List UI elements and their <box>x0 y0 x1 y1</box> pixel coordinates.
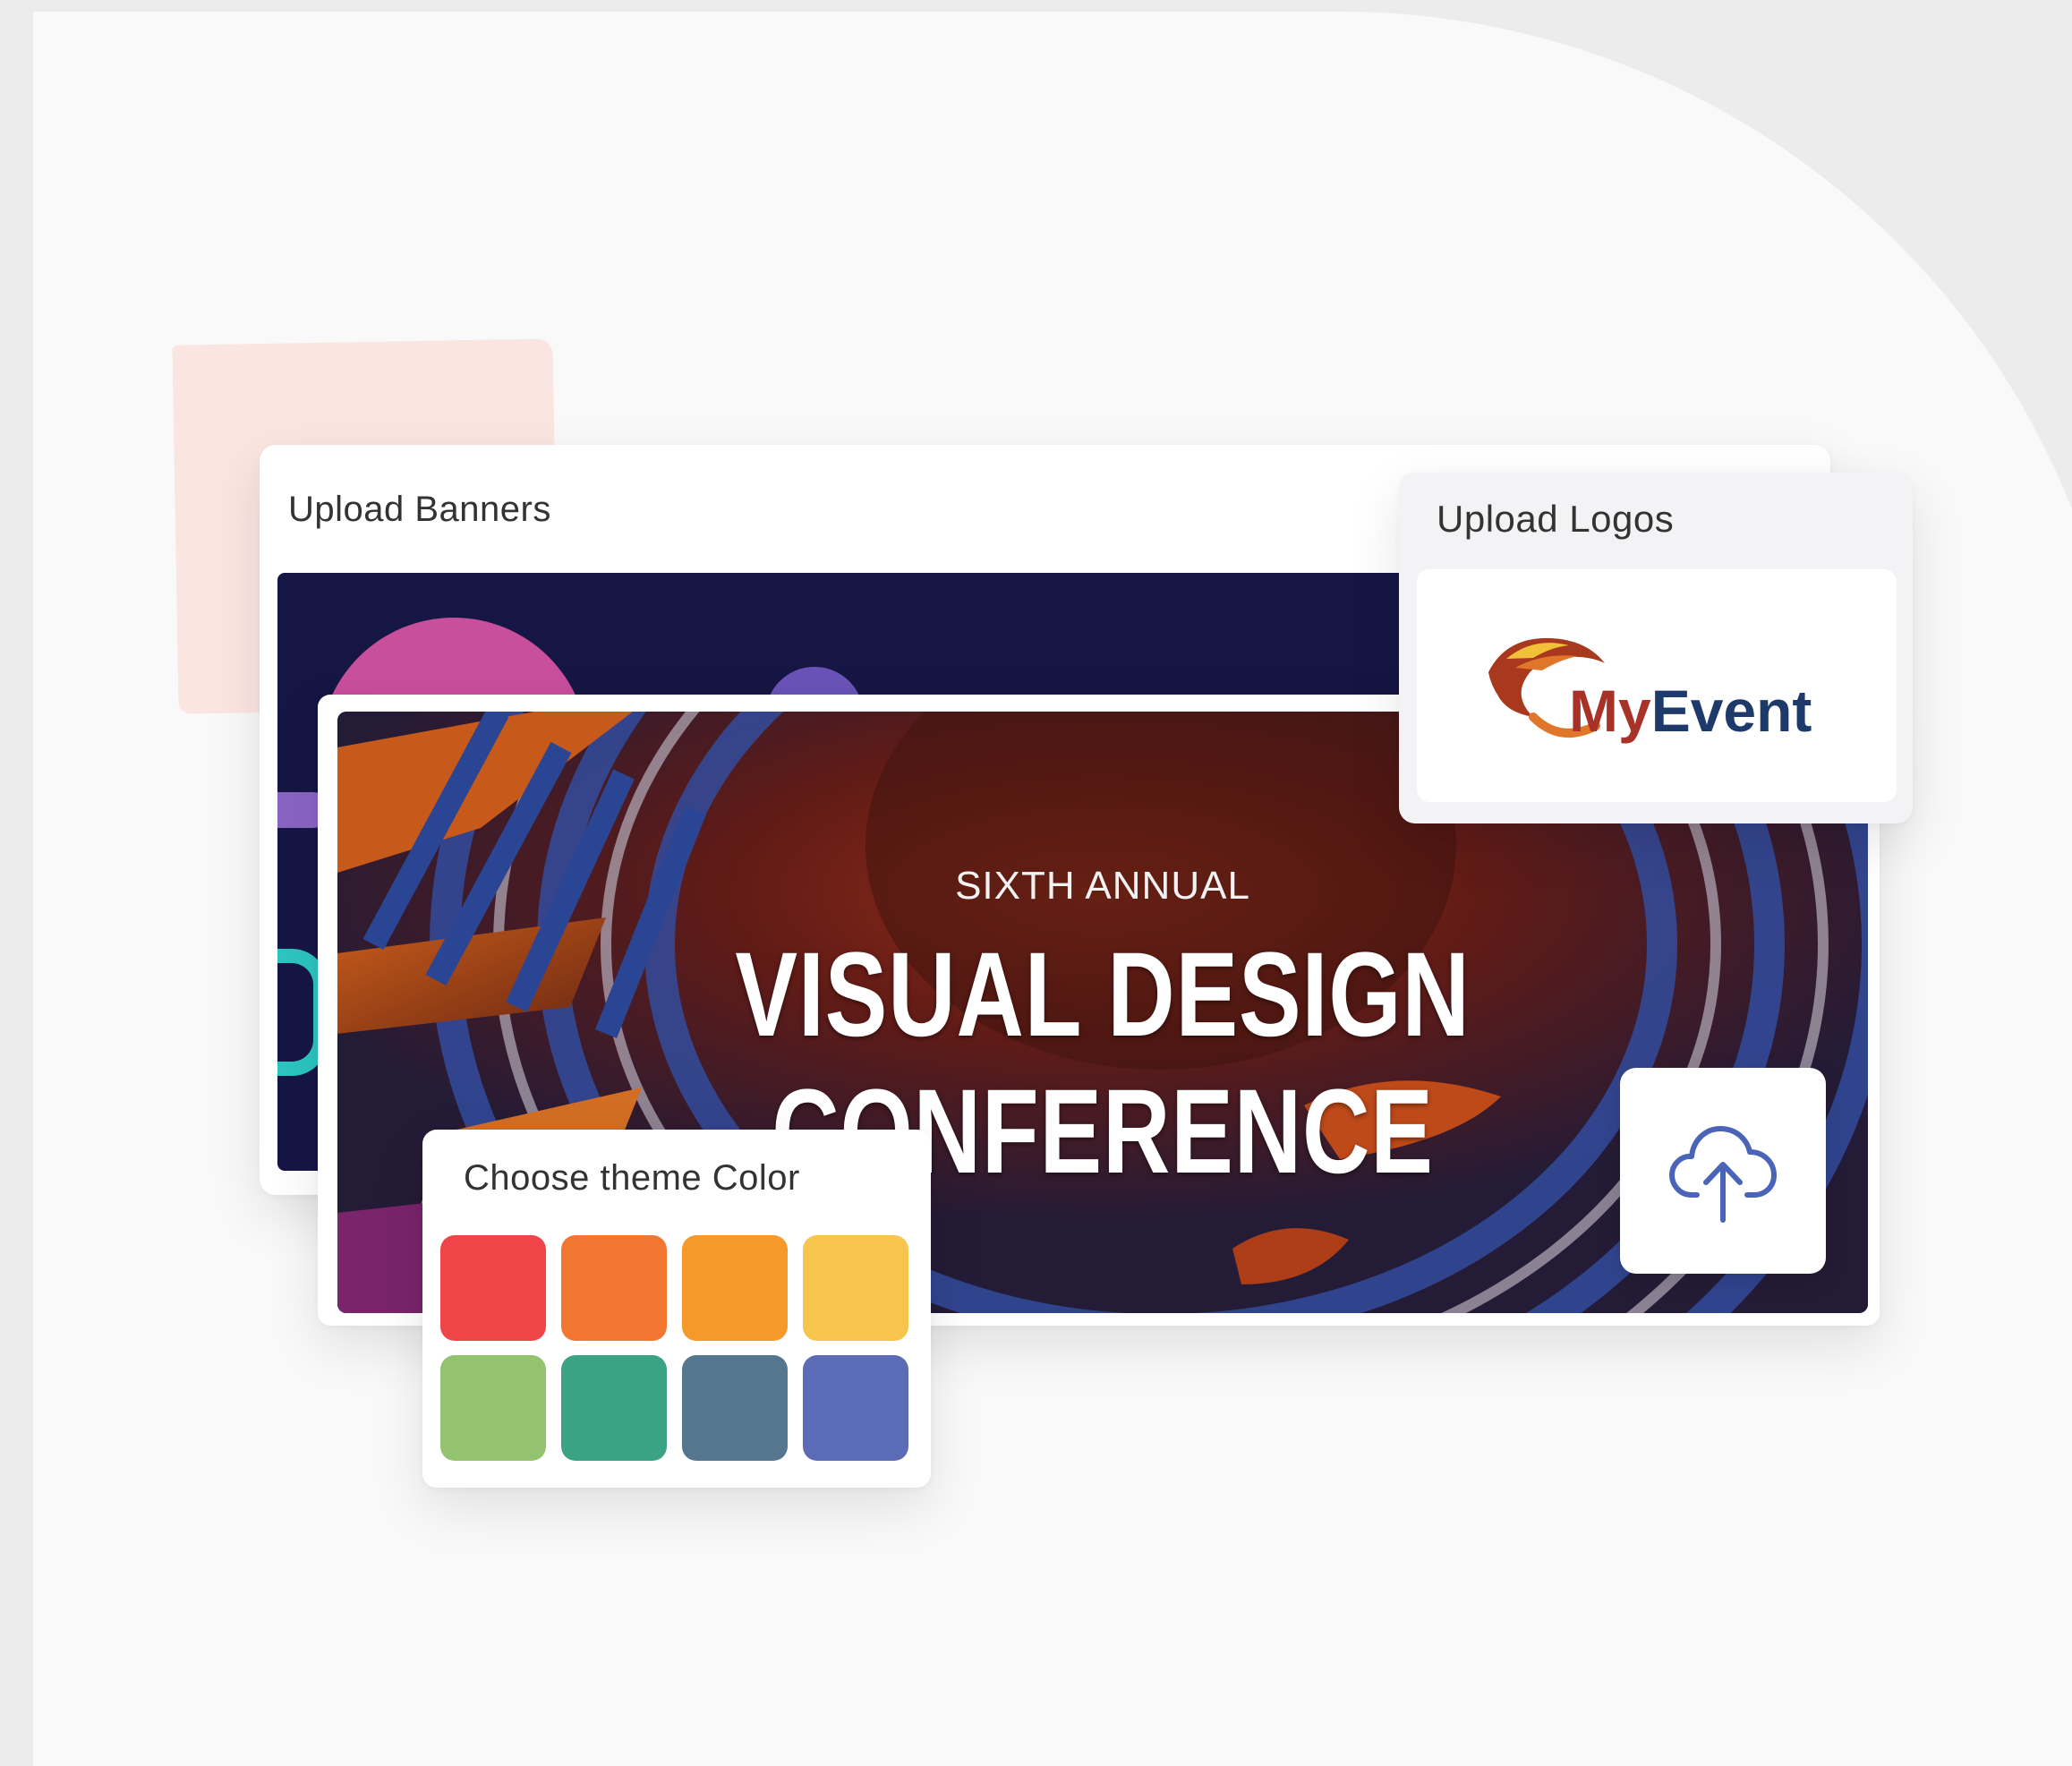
color-swatch[interactable] <box>803 1235 908 1341</box>
color-swatch[interactable] <box>682 1355 788 1461</box>
logo-wordmark: MyEvent <box>1569 677 1812 745</box>
upload-button[interactable] <box>1620 1068 1826 1274</box>
logo-text-my: My <box>1569 678 1651 744</box>
cloud-upload-icon <box>1669 1126 1777 1223</box>
logo-preview[interactable]: MyEvent <box>1417 569 1897 802</box>
color-swatch[interactable] <box>440 1355 546 1461</box>
upload-logos-title: Upload Logos <box>1437 498 1675 540</box>
banner-subtitle: SIXTH ANNUAL <box>955 864 1250 908</box>
color-swatch[interactable] <box>803 1355 908 1461</box>
color-swatch[interactable] <box>440 1235 546 1341</box>
color-swatch[interactable] <box>561 1235 667 1341</box>
theme-color-title: Choose theme Color <box>464 1158 800 1198</box>
theme-color-card: Choose theme Color <box>422 1130 931 1488</box>
upload-logos-card: Upload Logos MyEvent <box>1399 473 1913 823</box>
color-swatch[interactable] <box>682 1235 788 1341</box>
color-swatch[interactable] <box>561 1355 667 1461</box>
logo-text-event: Event <box>1650 678 1812 744</box>
upload-banners-title: Upload Banners <box>288 490 551 529</box>
